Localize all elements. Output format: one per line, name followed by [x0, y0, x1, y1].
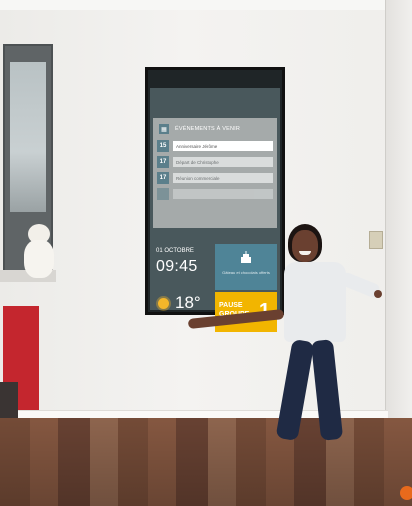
wall-display: ▦ ÉVÉNEMENTS À VENIR 15 Anniversaire Jér… — [145, 67, 285, 332]
display-screen: ▦ ÉVÉNEMENTS À VENIR 15 Anniversaire Jér… — [150, 88, 280, 332]
event-item — [157, 188, 275, 200]
weather-widget: 18° — [153, 292, 213, 314]
event-day: 15 — [157, 140, 169, 152]
time-label: 09:45 — [156, 258, 198, 275]
girl-face — [292, 230, 318, 262]
event-day: 17 — [157, 156, 169, 168]
cake-icon — [241, 251, 251, 263]
sun-icon — [158, 297, 169, 309]
clock-panel: 01 OCTOBRE 09:45 — [153, 246, 213, 290]
info-panel: Gâteau et chocolats offerts — [215, 244, 277, 290]
girl-legs — [275, 338, 356, 448]
girl-leg-left — [275, 338, 315, 442]
info-text: Gâteau et chocolats offerts — [222, 270, 270, 275]
girl-hand-right — [374, 290, 382, 298]
event-item: 17 Réunion commerciale — [157, 172, 275, 184]
event-day — [157, 188, 169, 200]
girl-shirt — [284, 262, 346, 342]
event-item: 15 Anniversaire Jérôme — [157, 140, 275, 152]
event-text — [173, 189, 273, 199]
ceiling — [0, 0, 412, 10]
temperature-label: 18° — [175, 293, 201, 312]
date-label: 01 OCTOBRE — [156, 248, 194, 254]
events-title: ÉVÉNEMENTS À VENIR — [175, 126, 241, 132]
photo-scene: ▦ ÉVÉNEMENTS À VENIR 15 Anniversaire Jér… — [0, 0, 412, 506]
calendar-icon: ▦ — [159, 124, 169, 134]
event-text: Anniversaire Jérôme — [173, 141, 273, 151]
window-pane — [10, 62, 46, 212]
plush-toy — [18, 224, 58, 284]
pause-label: PAUSE — [219, 302, 243, 309]
event-text: Départ de Christophe — [173, 157, 273, 167]
jumping-girl — [187, 222, 382, 448]
events-header: ▦ ÉVÉNEMENTS À VENIR — [156, 121, 274, 137]
door-frame — [385, 0, 412, 470]
event-day: 17 — [157, 172, 169, 184]
plush-body — [24, 240, 54, 278]
orange-object — [400, 486, 412, 500]
event-text: Réunion commerciale — [173, 173, 273, 183]
event-item: 17 Départ de Christophe — [157, 156, 275, 168]
girl-leg-right — [310, 339, 344, 441]
events-panel: ▦ ÉVÉNEMENTS À VENIR 15 Anniversaire Jér… — [153, 118, 277, 228]
